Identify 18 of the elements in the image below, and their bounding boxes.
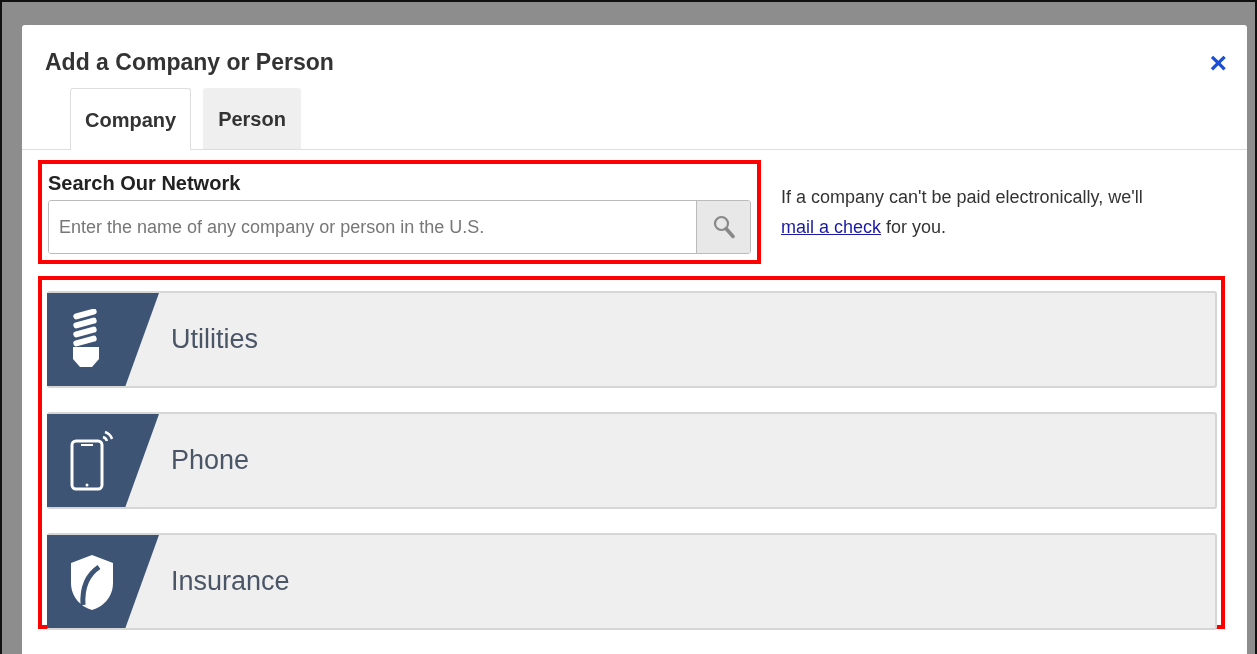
tablet-icon <box>69 428 115 493</box>
mail-check-note: If a company can't be paid electronically, we'll mail a check for you. <box>781 186 1143 239</box>
category-item[interactable]: Phone <box>47 412 1217 509</box>
tab[interactable]: Person <box>203 88 301 149</box>
dialog-title: Add a Company or Person <box>45 49 334 76</box>
category-item[interactable]: Insurance <box>47 533 1217 630</box>
category-label: Phone <box>171 445 250 476</box>
tab[interactable]: Company <box>70 88 192 150</box>
category-label: Utilities <box>171 324 258 355</box>
mail-check-link[interactable]: mail a check <box>781 217 882 237</box>
category-label: Insurance <box>171 566 290 597</box>
search-label: Search Our Network <box>48 172 242 195</box>
shield-leaf-icon <box>69 552 115 611</box>
close-button[interactable]: × <box>1209 50 1227 75</box>
search-field[interactable]: Enter the name of any company or person in the U.S. <box>48 200 751 254</box>
search-button[interactable] <box>696 201 750 253</box>
search-icon <box>712 215 735 239</box>
category-item[interactable]: Utilities <box>47 291 1217 388</box>
